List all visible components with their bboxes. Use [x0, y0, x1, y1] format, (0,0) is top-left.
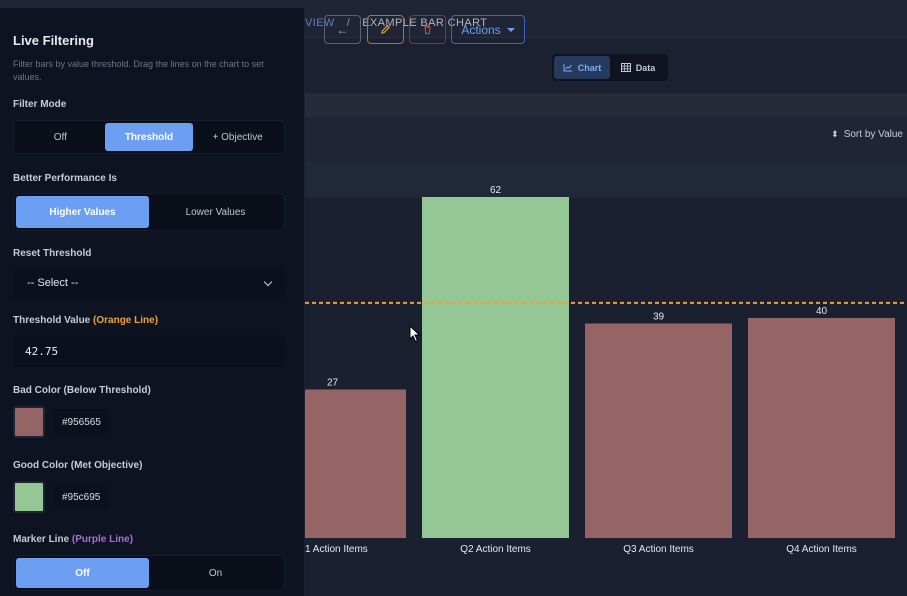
arrow-left-icon: ← — [336, 22, 349, 37]
sort-label: Sort by Value — [843, 129, 903, 140]
chart-view-label: Chart — [577, 62, 602, 73]
table-icon — [620, 63, 631, 72]
filter-mode-label: Filter Mode — [13, 99, 67, 110]
threshold-value-input[interactable]: 42.75 — [13, 335, 285, 367]
threshold-value-label: Threshold Value (Orange Line) — [13, 315, 158, 326]
bar-4[interactable] — [748, 318, 895, 538]
pencil-icon — [381, 25, 390, 34]
trash-icon — [424, 25, 431, 35]
bad-color-hex[interactable]: #956565 — [54, 409, 109, 435]
marker-line-label: Marker Line (Purple Line) — [13, 534, 133, 545]
bar-2[interactable] — [422, 197, 569, 538]
view-toggle: Chart Data — [552, 54, 668, 81]
edit-button[interactable] — [367, 15, 404, 44]
actions-dropdown[interactable]: Actions — [451, 15, 525, 44]
bar-value-label: 40 — [816, 306, 828, 317]
filter-mode-segment: Off Threshold + Objective — [13, 120, 285, 154]
marker-line-segment: Off On — [13, 555, 285, 591]
reset-threshold-select[interactable]: -- Select -- — [13, 268, 285, 298]
actions-label: Actions — [461, 22, 501, 37]
marker-label-hint: (Purple Line) — [71, 534, 134, 545]
filter-mode-off[interactable]: Off — [16, 123, 105, 151]
category-label: Q1 Action Items — [297, 544, 368, 555]
lower-values-option[interactable]: Lower Values — [149, 196, 282, 228]
bar-value-label: 27 — [327, 378, 339, 389]
panel-title: Live Filtering — [13, 33, 94, 48]
chevron-down-icon — [263, 277, 273, 286]
bar-3[interactable] — [585, 323, 732, 539]
marker-on-option[interactable]: On — [149, 558, 282, 588]
threshold-label-text: Threshold Value — [13, 315, 91, 326]
marker-off-option[interactable]: Off — [16, 558, 149, 588]
data-view-tab[interactable]: Data — [610, 56, 666, 79]
bar-value-label: 62 — [490, 185, 502, 196]
bad-color-swatch[interactable] — [13, 406, 45, 438]
data-view-label: Data — [635, 62, 656, 73]
live-filtering-panel: Live Filtering Filter bars by value thre… — [0, 8, 305, 596]
better-performance-segment: Higher Values Lower Values — [13, 193, 285, 231]
category-label: Q4 Action Items — [786, 544, 857, 555]
good-color-hex[interactable]: #95c695 — [54, 484, 109, 510]
sort-icon: ⬍ — [831, 129, 839, 139]
bad-color-label: Bad Color (Below Threshold) — [13, 385, 151, 396]
line-chart-icon — [563, 64, 572, 72]
good-color-swatch[interactable] — [13, 481, 45, 513]
reset-threshold-label: Reset Threshold — [13, 248, 92, 259]
reset-threshold-value: -- Select -- — [27, 277, 79, 289]
filter-mode-threshold[interactable]: Threshold — [104, 123, 194, 151]
chart-view-tab[interactable]: Chart — [554, 56, 610, 79]
caret-down-icon — [506, 27, 515, 32]
mouse-cursor-icon — [409, 325, 421, 343]
filter-mode-objective[interactable]: + Objective — [193, 123, 282, 151]
threshold-label-hint: (Orange Line) — [93, 315, 159, 326]
higher-values-option[interactable]: Higher Values — [16, 196, 149, 228]
category-label: Q3 Action Items — [623, 544, 694, 555]
panel-description: Filter bars by value threshold. Drag the… — [13, 59, 264, 82]
back-button[interactable]: ← — [324, 15, 361, 44]
sort-by-value-button[interactable]: ⬍ Sort by Value — [831, 129, 903, 140]
marker-label-text: Marker Line — [13, 534, 70, 545]
bar-value-label: 39 — [653, 312, 665, 323]
delete-button[interactable] — [409, 15, 446, 44]
category-label: Q2 Action Items — [460, 544, 531, 555]
good-color-label: Good Color (Met Objective) — [13, 460, 143, 471]
better-performance-label: Better Performance Is — [13, 173, 117, 184]
